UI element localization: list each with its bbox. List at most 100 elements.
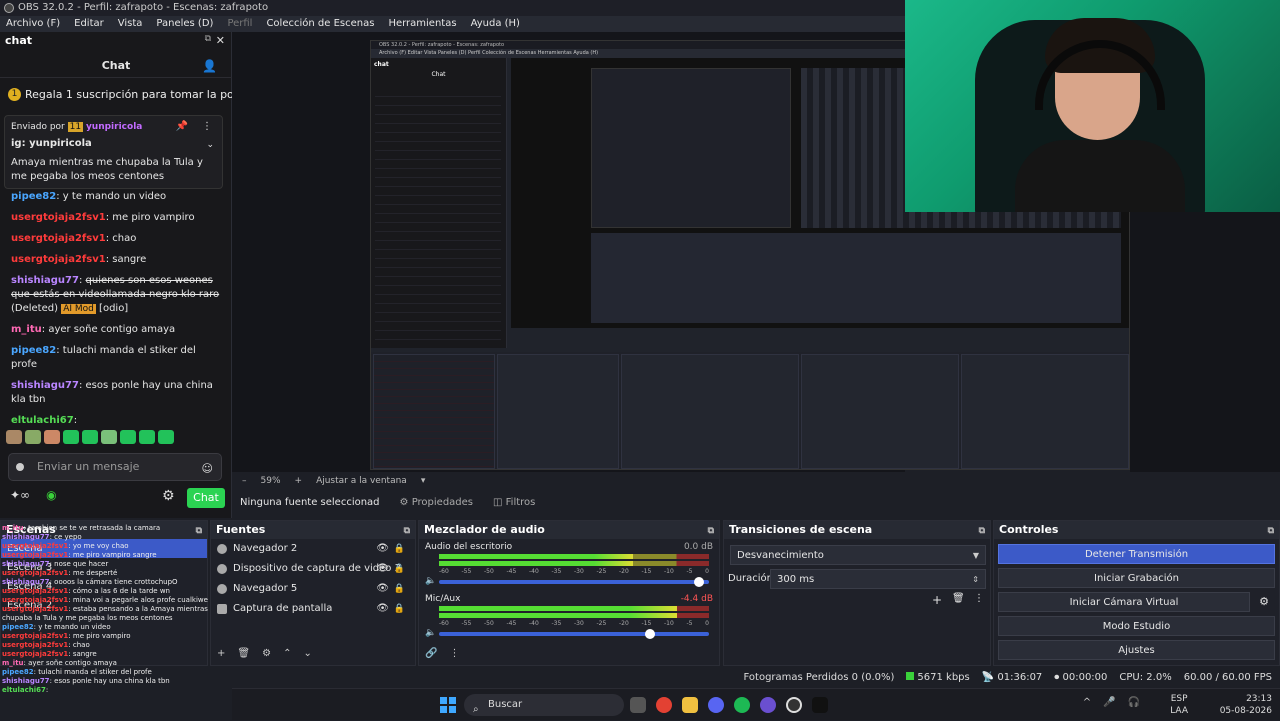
- down-icon[interactable]: ⌄: [303, 648, 311, 659]
- scene-item[interactable]: Escena 2: [1, 596, 207, 615]
- lock-icon[interactable]: 🔒: [394, 559, 405, 579]
- tray-arrow-icon[interactable]: ^: [1083, 697, 1091, 708]
- chat-users-icon[interactable]: 👤: [202, 59, 217, 73]
- start-recording-button[interactable]: Iniciar Grabación: [998, 568, 1275, 588]
- volume-knob[interactable]: [645, 629, 655, 639]
- menu-coleccion[interactable]: Colección de Escenas: [266, 16, 374, 32]
- tiktok-icon[interactable]: [812, 697, 828, 713]
- more-options-icon[interactable]: ⋮: [202, 121, 212, 132]
- up-icon[interactable]: ⌃: [283, 648, 291, 659]
- duration-input[interactable]: 300 ms ⇕: [770, 569, 986, 589]
- emote-icon[interactable]: [25, 430, 41, 444]
- stop-streaming-button[interactable]: Detener Transmisión: [998, 544, 1275, 564]
- menu-editar[interactable]: Editar: [74, 16, 104, 32]
- pinned-user[interactable]: yunpiricola: [86, 122, 142, 132]
- lock-icon[interactable]: 🔒: [394, 539, 405, 559]
- emote-icon[interactable]: [44, 430, 60, 444]
- windows-start-icon[interactable]: [440, 697, 456, 713]
- gear-icon[interactable]: ⚙: [262, 648, 271, 659]
- scene-item[interactable]: Escena: [1, 539, 207, 558]
- settings-button[interactable]: Ajustes: [998, 640, 1275, 660]
- mic-icon[interactable]: 🎤: [1103, 697, 1115, 708]
- add-icon[interactable]: +: [217, 648, 225, 659]
- menu-perfil[interactable]: Perfil: [227, 16, 252, 32]
- extension-icon[interactable]: ◉: [46, 488, 56, 502]
- dock-float-icon[interactable]: ⧉: [404, 522, 410, 540]
- dock-float-icon[interactable]: ⧉: [196, 522, 202, 540]
- gift-banner[interactable]: Regala 1 suscripción para tomar la posi: [25, 88, 243, 101]
- task-view-icon[interactable]: [630, 697, 646, 713]
- menu-herramientas[interactable]: Herramientas: [388, 16, 456, 32]
- eye-icon[interactable]: 👁: [376, 539, 389, 559]
- more-options-icon[interactable]: ⋮: [974, 593, 984, 604]
- emote-icon[interactable]: [63, 430, 79, 444]
- gear-icon[interactable]: ⚙: [1259, 595, 1269, 608]
- chevron-down-icon[interactable]: ⌄: [206, 140, 214, 150]
- chat-settings-dot-icon[interactable]: [16, 463, 24, 471]
- emote-icon[interactable]: [101, 430, 117, 444]
- eye-icon[interactable]: 👁: [376, 599, 389, 619]
- points-icon[interactable]: ✦∞: [10, 488, 30, 502]
- more-options-icon[interactable]: ⋮: [449, 648, 459, 659]
- emote-icon[interactable]: [120, 430, 136, 444]
- spotify-icon[interactable]: [734, 697, 750, 713]
- emote-icon[interactable]: [82, 430, 98, 444]
- filters-button[interactable]: ◫ Filtros: [493, 492, 535, 514]
- source-item[interactable]: Captura de pantalla 👁 🔒: [211, 599, 415, 619]
- menu-paneles[interactable]: Paneles (D): [156, 16, 213, 32]
- source-item[interactable]: Dispositivo de captura de video 3 👁 🔒: [211, 559, 415, 579]
- source-item[interactable]: Navegador 2 👁 🔒: [211, 539, 415, 559]
- close-dock-icon[interactable]: ✕: [216, 34, 225, 47]
- menu-vista[interactable]: Vista: [118, 16, 143, 32]
- discord-icon[interactable]: [708, 697, 724, 713]
- chrome-icon[interactable]: [656, 697, 672, 713]
- menu-ayuda[interactable]: Ayuda (H): [471, 16, 520, 32]
- properties-button[interactable]: ⚙ Propiedades: [400, 492, 473, 514]
- clock[interactable]: 23:13 05-08-2026: [1220, 693, 1272, 717]
- transition-select[interactable]: Desvanecimiento ▼: [730, 545, 986, 565]
- float-dock-icon[interactable]: ⧉: [205, 34, 211, 44]
- pin-icon[interactable]: 📌: [176, 121, 188, 132]
- scene-item[interactable]: Escena 3: [1, 558, 207, 577]
- lock-icon[interactable]: 🔒: [394, 579, 405, 599]
- emote-icon[interactable]: [158, 430, 174, 444]
- volume-slider[interactable]: [439, 577, 709, 587]
- lock-icon[interactable]: 🔒: [394, 599, 405, 619]
- add-icon[interactable]: +: [932, 593, 942, 607]
- studio-mode-button[interactable]: Modo Estudio: [998, 616, 1275, 636]
- chevron-down-icon[interactable]: ▾: [421, 472, 426, 490]
- gear-icon[interactable]: ⚙: [162, 488, 175, 504]
- eye-icon[interactable]: 👁: [376, 559, 389, 579]
- speaker-icon[interactable]: 🔈: [425, 576, 436, 586]
- volume-slider[interactable]: [439, 629, 709, 639]
- headset-icon[interactable]: 🎧: [1128, 697, 1140, 708]
- stepper-icon[interactable]: ⇕: [972, 570, 979, 590]
- source-item[interactable]: Navegador 5 👁 🔒: [211, 579, 415, 599]
- zoom-minus[interactable]: –: [242, 472, 247, 490]
- start-virtual-camera-button[interactable]: Iniciar Cámara Virtual: [998, 592, 1250, 612]
- speaker-icon[interactable]: 🔈: [425, 628, 436, 638]
- taskbar-search[interactable]: ⌕ Buscar: [464, 694, 624, 716]
- scene-item[interactable]: Escena 4: [1, 577, 207, 596]
- volume-knob[interactable]: [693, 577, 704, 587]
- folder-icon[interactable]: [682, 697, 698, 713]
- chat-input[interactable]: Enviar un mensaje: [8, 453, 222, 481]
- fit-window-select[interactable]: Ajustar a la ventana: [316, 472, 407, 490]
- dock-float-icon[interactable]: ⧉: [708, 522, 714, 540]
- emote-picker-icon[interactable]: ☺: [202, 462, 213, 475]
- dock-float-icon[interactable]: ⧉: [1268, 522, 1274, 540]
- emote-icon[interactable]: [139, 430, 155, 444]
- app-icon[interactable]: [760, 697, 776, 713]
- emote-icon[interactable]: [6, 430, 22, 444]
- zoom-plus[interactable]: +: [295, 472, 303, 490]
- menu-archivo[interactable]: Archivo (F): [6, 16, 60, 32]
- chevron-down-icon[interactable]: ▼: [973, 546, 979, 566]
- obs-icon[interactable]: [786, 697, 802, 713]
- trash-icon[interactable]: 🗑: [952, 593, 965, 604]
- dock-float-icon[interactable]: ⧉: [979, 522, 985, 540]
- trash-icon[interactable]: 🗑: [237, 648, 250, 659]
- chat-send-button[interactable]: Chat: [187, 488, 225, 508]
- link-icon[interactable]: 🔗: [425, 648, 437, 659]
- eye-icon[interactable]: 👁: [376, 579, 389, 599]
- language-indicator[interactable]: ESP LAA: [1170, 693, 1188, 717]
